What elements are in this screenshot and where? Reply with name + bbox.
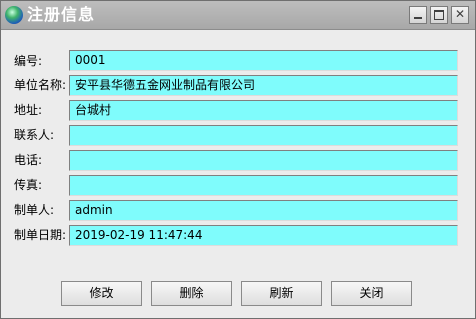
label-phone: 电话: (14, 153, 43, 167)
window-title: 注册信息 (27, 5, 96, 24)
minimize-button[interactable] (409, 6, 427, 24)
creator-field[interactable]: admin (69, 200, 458, 221)
label-fax: 传真: (14, 178, 43, 192)
label-contact: 联系人: (14, 128, 55, 142)
minimize-icon (414, 17, 422, 19)
modify-button[interactable]: 修改 (61, 281, 142, 306)
fax-field[interactable] (69, 175, 458, 196)
globe-icon (5, 6, 23, 24)
close-button[interactable]: 关闭 (331, 281, 412, 306)
label-address: 地址: (14, 103, 43, 117)
close-icon: ✕ (454, 7, 466, 21)
close-window-button[interactable]: ✕ (451, 6, 469, 24)
maximize-button[interactable] (430, 6, 448, 24)
label-created-date: 制单日期: (14, 228, 67, 242)
label-number: 编号: (14, 54, 43, 68)
label-creator: 制单人: (14, 203, 55, 217)
delete-button[interactable]: 删除 (151, 281, 232, 306)
created-date-field[interactable]: 2019-02-19 11:47:44 (69, 225, 458, 246)
address-field[interactable]: 台城村 (69, 100, 458, 121)
company-name-field[interactable]: 安平县华德五金网业制品有限公司 (69, 75, 458, 96)
refresh-button[interactable]: 刷新 (241, 281, 322, 306)
maximize-icon (434, 10, 444, 20)
phone-field[interactable] (69, 150, 458, 171)
number-field[interactable]: 0001 (69, 50, 458, 71)
registration-window: 注册信息 ✕ 编号: 0001 单位名称: 安平县华德五金网业制品有限公司 地址… (0, 0, 476, 319)
contact-field[interactable] (69, 125, 458, 146)
label-company-name: 单位名称: (14, 78, 67, 92)
title-bar[interactable]: 注册信息 ✕ (1, 1, 475, 30)
